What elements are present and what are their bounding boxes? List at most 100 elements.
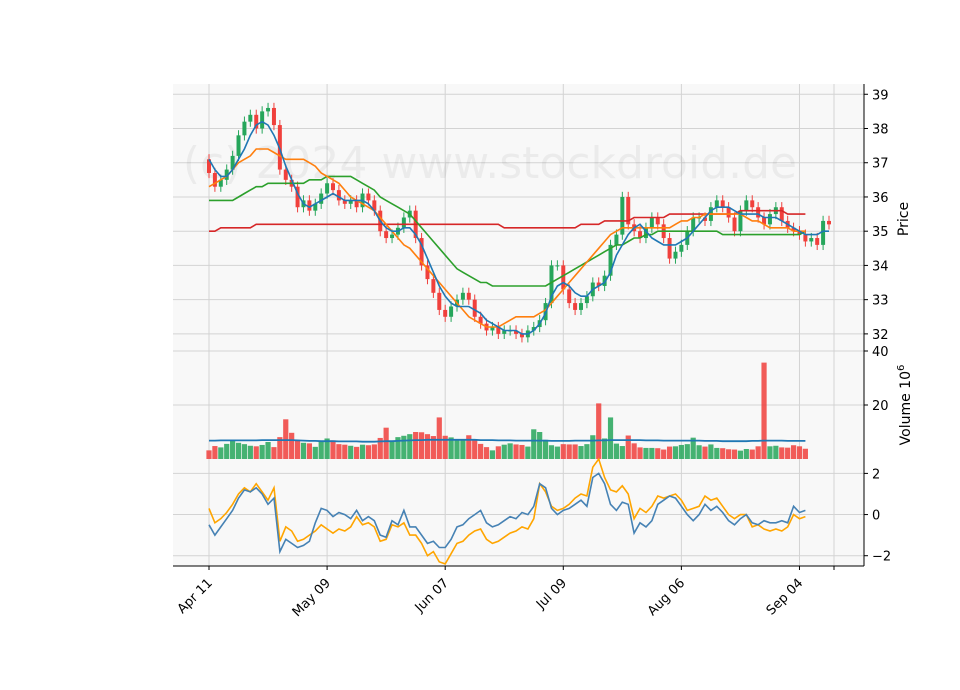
volume-tick-label: 20 (872, 399, 889, 414)
osc-tick-label: −2 (872, 550, 891, 565)
candle-body (827, 220, 831, 225)
volume-bar (424, 434, 431, 459)
volume-bar (342, 444, 348, 459)
price-tick-label: 34 (872, 259, 889, 274)
volume-bar (436, 417, 442, 459)
candle-body (401, 217, 406, 228)
volume-bar (472, 440, 478, 459)
volume-bar (554, 446, 560, 459)
panel-bg-0 (173, 84, 864, 351)
volume-bar (743, 449, 749, 459)
candle-body (744, 200, 749, 211)
volume-bar (790, 445, 797, 459)
volume-bar (289, 432, 295, 459)
volume-bar (513, 444, 519, 459)
volume-bar (495, 446, 501, 459)
candle-body (779, 207, 784, 221)
candle-body (714, 200, 719, 208)
volume-bar (619, 446, 625, 459)
volume-bar (773, 445, 779, 459)
volume-bar (560, 444, 566, 459)
candle-body (555, 265, 560, 267)
osc-tick-label: 2 (872, 467, 880, 482)
volume-bar (785, 447, 791, 459)
volume-bar (241, 444, 248, 459)
candle-body (750, 200, 755, 208)
x-tick-label: Sep 04 (764, 576, 807, 619)
candle-body (449, 306, 454, 317)
volume-bar (235, 442, 242, 459)
volume-bar (666, 446, 673, 459)
volume-bar (407, 434, 413, 459)
price-tick-label: 35 (872, 225, 889, 240)
candle-body (573, 303, 578, 310)
price-tick-label: 39 (872, 88, 889, 103)
volume-bar (271, 447, 277, 459)
volume-bar (365, 445, 372, 459)
candle-body (366, 193, 371, 201)
price-axis-label: Price (896, 202, 912, 236)
candle-body (567, 289, 572, 304)
candle-body (614, 234, 619, 245)
candle-body (236, 135, 241, 156)
volume-bar (418, 432, 425, 459)
candle-body (803, 234, 808, 242)
volume-axis-label: Volume 106 (896, 365, 914, 446)
volume-bar (294, 440, 301, 459)
candle-body (756, 207, 761, 218)
candle-body (649, 217, 654, 228)
volume-bar (720, 448, 726, 459)
volume-bar (714, 447, 720, 459)
volume-bar (354, 446, 360, 459)
volume-bar (731, 449, 738, 459)
volume-bar (306, 443, 312, 459)
volume-bar (631, 443, 637, 459)
volume-bar (253, 446, 259, 459)
volume-bar (218, 447, 224, 459)
price-tick-label: 38 (872, 123, 889, 138)
volume-bar (359, 444, 366, 459)
volume-bar (678, 444, 684, 459)
volume-bar (702, 446, 708, 459)
stock-chart: (c) 2024 www.stockdroid.de 32 33 34 35 36 37 3… (173, 84, 914, 620)
volume-bar (625, 435, 631, 459)
candle-body (384, 231, 389, 239)
volume-bar (796, 446, 803, 459)
volume-bar (206, 450, 212, 459)
volume-bar (348, 445, 354, 459)
volume-bar (613, 443, 620, 459)
candle-body (720, 200, 725, 208)
volume-bar (466, 435, 472, 459)
candle-body (331, 183, 335, 191)
volume-bar (300, 442, 307, 459)
volume-bar (501, 444, 507, 459)
volume-bar (401, 435, 407, 459)
volume-bar (672, 446, 679, 459)
candle-body (260, 111, 265, 129)
volume-bar (507, 443, 513, 459)
candle-body (815, 238, 820, 245)
volume-bar (478, 443, 484, 459)
volume-bar (531, 429, 537, 459)
price-tick-label: 32 (872, 328, 889, 343)
price-tick-label: 33 (872, 294, 889, 309)
volume-bar (649, 447, 655, 459)
candle-body (584, 296, 589, 304)
volume-bar (383, 427, 389, 459)
volume-bar (661, 449, 667, 459)
volume-bar (525, 446, 531, 459)
volume-bar (283, 419, 289, 459)
volume-bar (460, 439, 466, 459)
candle-body (242, 121, 247, 136)
candle-body (271, 107, 276, 126)
volume-bar (708, 444, 714, 459)
candle-body (325, 183, 330, 194)
volume-bar (596, 403, 602, 459)
price-tick-label: 37 (872, 157, 889, 172)
candle-body (266, 107, 271, 112)
x-tick-label: May 09 (290, 576, 334, 620)
volume-bar (749, 449, 755, 459)
x-tick-label: Jun 07 (412, 576, 452, 616)
volume-bar (489, 450, 496, 459)
volume-bar (572, 444, 578, 459)
